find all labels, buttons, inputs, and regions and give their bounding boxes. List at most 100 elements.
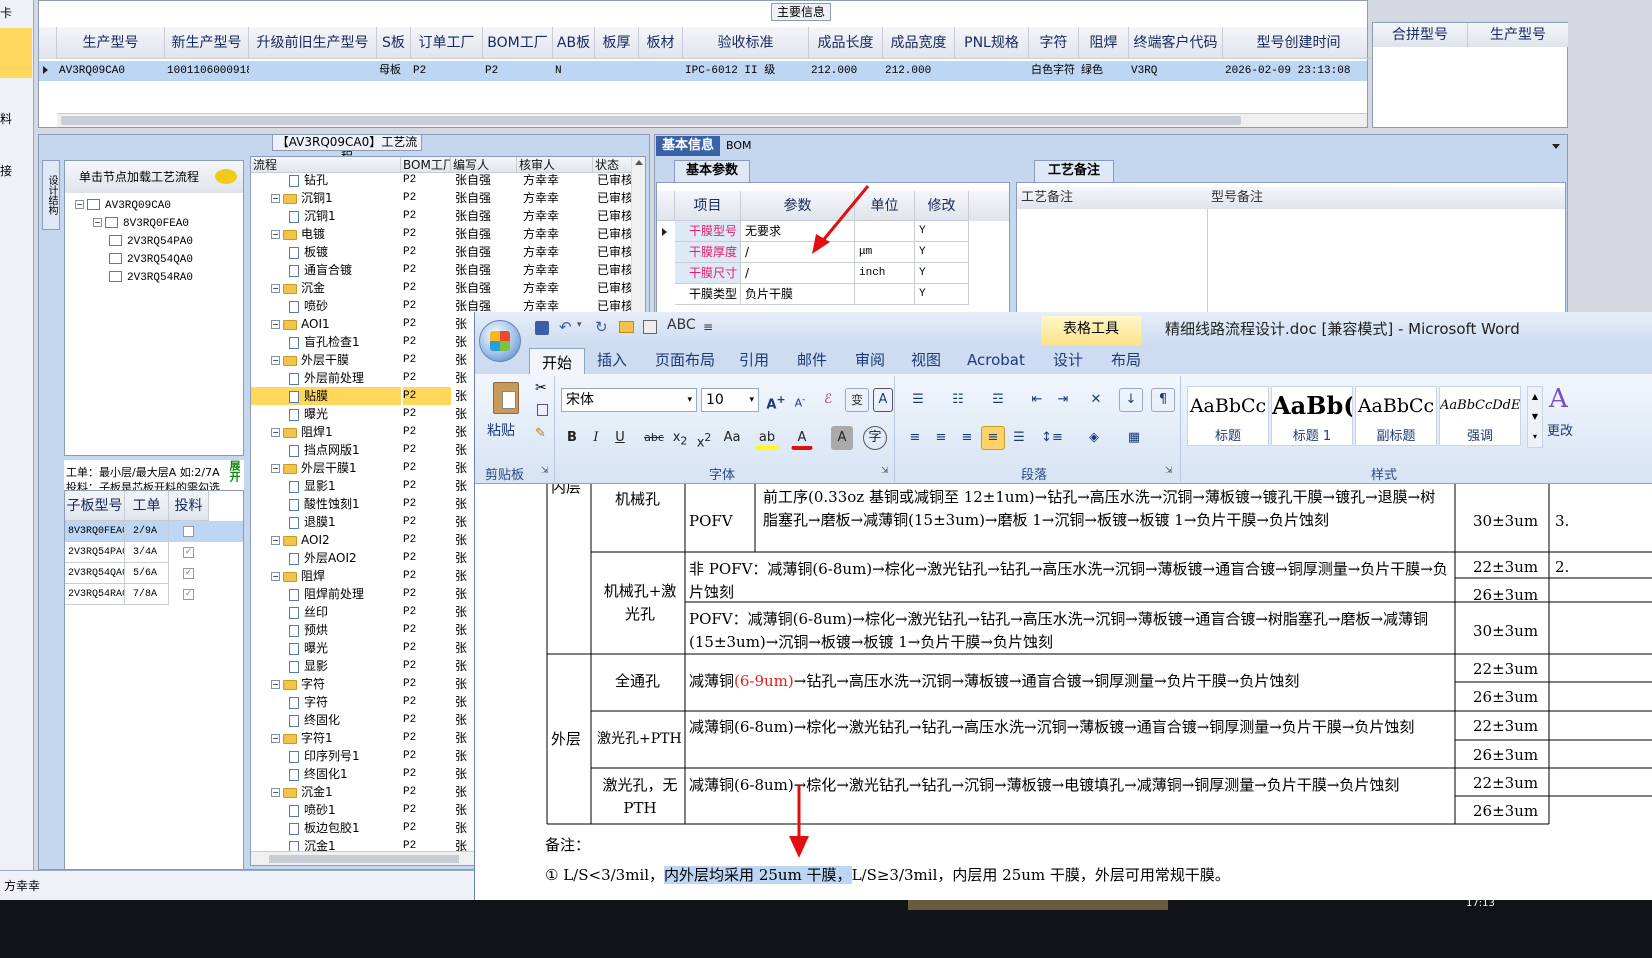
bold-icon[interactable]: B <box>561 426 583 450</box>
main-col-header[interactable]: 阻焊 <box>1079 27 1129 59</box>
collapse-icon[interactable]: − <box>271 356 280 365</box>
subscript-icon[interactable]: x2 <box>669 426 691 450</box>
collapse-icon[interactable]: − <box>271 230 280 239</box>
collapse-icon[interactable]: − <box>271 734 280 743</box>
char-border-icon[interactable]: A <box>873 388 893 412</box>
flow-row[interactable]: 沉铜1 P2 张自强 方幸幸 已审核 <box>251 207 631 225</box>
clear-format-icon[interactable]: ℰ <box>817 388 839 412</box>
main-cell[interactable]: V3RQ <box>1131 61 1223 81</box>
collapse-icon[interactable]: − <box>271 194 280 203</box>
flow-hscroll[interactable] <box>251 851 481 865</box>
main-col-header[interactable]: 升级前旧生产型号 <box>249 27 377 59</box>
chinese-layout-icon[interactable]: ✕ <box>1081 388 1111 412</box>
main-col-header[interactable]: 终端客户代码 <box>1129 27 1223 59</box>
strikethrough-icon[interactable]: abc <box>641 426 667 450</box>
left-edge-label-1[interactable]: 卡 <box>0 4 12 21</box>
format-painter-icon[interactable]: ✎ <box>535 426 546 441</box>
main-col-header[interactable]: PNL规格 <box>955 27 1029 59</box>
ribbon-tab[interactable]: 审阅 <box>843 346 897 374</box>
collapse-icon[interactable]: − <box>271 680 280 689</box>
collapse-icon[interactable]: − <box>271 536 280 545</box>
main-col-header[interactable]: 新生产型号 <box>165 27 249 59</box>
param-col-header[interactable]: 修改 <box>915 191 969 221</box>
param-value[interactable]: 负片干膜 <box>741 284 855 305</box>
flow-hscroll-thumb[interactable] <box>269 855 459 863</box>
main-cell[interactable]: 212.000 <box>811 61 883 81</box>
main-cell[interactable]: 2026-02-09 23:13:08 <box>1225 61 1375 81</box>
document-page[interactable]: 内层 机械孔 POFV 前工序(0.33oz 基铜或减铜至 12±1um)→钻孔… <box>475 484 1652 900</box>
sub-board-row[interactable]: 2V3RQ54PA0 3/4A ✓ <box>65 542 243 563</box>
feed-checkbox[interactable]: ✓ <box>183 589 194 600</box>
tree-node[interactable]: − 8V3RQ0FEA0 <box>93 215 189 233</box>
taskbar-app[interactable] <box>908 900 1168 910</box>
main-cell[interactable]: P2 <box>485 61 553 81</box>
model-remark-header[interactable]: 型号备注 <box>1207 187 1565 209</box>
main-col-header[interactable]: 板厚 <box>595 27 639 59</box>
style-option[interactable]: AaBb(标题 1 <box>1271 386 1353 446</box>
show-marks-icon[interactable]: ¶ <box>1151 388 1175 412</box>
office-button[interactable] <box>479 320 521 362</box>
borders-icon[interactable]: ▦ <box>1117 426 1151 450</box>
main-cell[interactable] <box>597 61 639 81</box>
numbering-icon[interactable]: ☷ <box>943 388 973 412</box>
font-size-select[interactable]: 10 ▾ <box>701 388 759 412</box>
main-col-header[interactable]: BOM工厂 <box>483 27 553 59</box>
save-icon[interactable] <box>535 321 549 335</box>
collapse-icon[interactable]: − <box>75 200 84 209</box>
feed-checkbox[interactable]: ✓ <box>183 568 194 579</box>
main-cell[interactable] <box>957 61 1029 81</box>
collapse-icon[interactable]: − <box>271 320 280 329</box>
main-col-header[interactable]: 板材 <box>639 27 683 59</box>
qat-customize-icon[interactable]: ≡ <box>703 320 713 334</box>
shrink-font-icon[interactable]: A- <box>789 388 811 412</box>
ribbon-tab[interactable]: 设计 <box>1041 346 1095 374</box>
shading-icon[interactable]: ◈ <box>1077 426 1111 450</box>
font-color-icon[interactable]: A <box>791 426 813 450</box>
italic-icon[interactable]: I <box>585 426 607 450</box>
paste-button[interactable]: 粘贴 <box>487 420 515 440</box>
undo-icon[interactable]: ↶ <box>559 318 572 336</box>
sub-col-header[interactable]: 工单 <box>125 491 169 521</box>
param-row[interactable]: 干膜类型 负片干膜 Y <box>657 284 1009 305</box>
sub-board-row[interactable]: 2V3RQ54QA0 5/6A ✓ <box>65 563 243 584</box>
sort-icon[interactable]: ↓ <box>1119 388 1143 412</box>
collapse-icon[interactable]: − <box>93 218 102 227</box>
flow-vscroll[interactable] <box>631 157 645 313</box>
increase-indent-icon[interactable]: ⇥ <box>1051 388 1075 412</box>
main-col-header[interactable]: 型号创建时间 <box>1223 27 1375 59</box>
collapse-icon[interactable]: − <box>271 788 280 797</box>
multilevel-list-icon[interactable]: ☲ <box>983 388 1013 412</box>
ribbon-tab[interactable]: 开始 <box>529 348 586 374</box>
tree-node[interactable]: 2V3RQ54RA0 <box>109 269 193 287</box>
flow-row[interactable]: 通盲合镀 P2 张自强 方幸幸 已审核 <box>251 261 631 279</box>
collapse-icon[interactable]: − <box>271 284 280 293</box>
paragraph-launcher-icon[interactable]: ⇲ <box>1165 466 1173 476</box>
flow-row[interactable]: − 沉金 P2 张自强 方幸幸 已审核 <box>251 279 631 297</box>
line-spacing-icon[interactable]: ↕≡ <box>1037 426 1067 450</box>
justify-icon[interactable]: ≡ <box>981 426 1005 450</box>
process-remark-header[interactable]: 工艺备注 <box>1017 187 1207 209</box>
tab-bom[interactable]: BOM <box>726 139 752 152</box>
highlight-icon[interactable]: ab <box>755 426 779 450</box>
ribbon-tab[interactable]: 邮件 <box>785 346 839 374</box>
main-info-hscroll[interactable] <box>57 113 1367 127</box>
feed-checkbox[interactable]: ✓ <box>183 547 194 558</box>
grow-font-icon[interactable]: A+ <box>765 388 787 412</box>
align-left-icon[interactable]: ≡ <box>903 426 927 450</box>
main-col-header[interactable]: 生产型号 <box>57 27 165 59</box>
main-cell[interactable]: P2 <box>413 61 483 81</box>
param-value[interactable]: / <box>741 263 855 284</box>
hscroll-thumb[interactable] <box>61 116 1241 125</box>
tree-node[interactable]: 2V3RQ54QA0 <box>109 251 193 269</box>
redo-icon[interactable]: ↻ <box>595 318 608 336</box>
sub-col-header[interactable]: 子板型号 <box>65 491 125 521</box>
design-structure-tab[interactable]: 设计结构 <box>42 160 60 230</box>
change-case-icon[interactable]: Aa <box>719 426 745 450</box>
open-icon[interactable] <box>619 321 634 333</box>
style-option[interactable]: AaBbCc 副标题 <box>1355 386 1437 446</box>
style-option[interactable]: AaBbCc 标题 <box>1187 386 1269 446</box>
styles-scroll[interactable]: ▲ ▼ ▾ <box>1527 386 1543 448</box>
panel-dropdown-icon[interactable] <box>1552 144 1560 149</box>
change-styles-icon[interactable]: A <box>1549 384 1568 414</box>
scroll-up-icon[interactable] <box>635 160 643 165</box>
